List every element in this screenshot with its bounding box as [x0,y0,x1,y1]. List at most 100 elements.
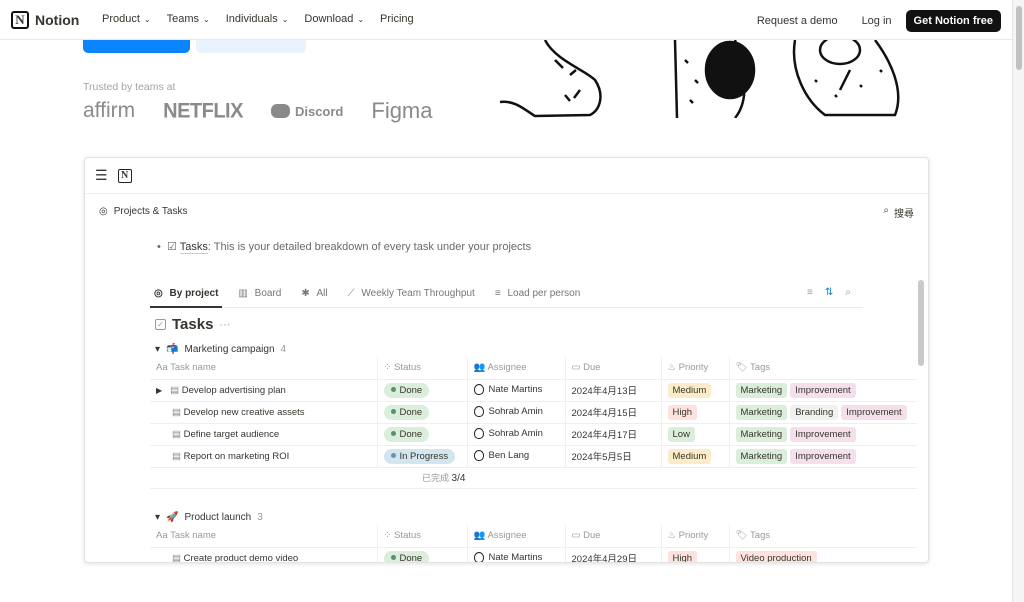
tag-badge[interactable]: Branding [790,404,839,420]
due-date[interactable]: 2024年4月13日 [565,379,662,402]
chevron-down-icon: ⌄ [203,15,210,24]
page-icon: ▤ [172,406,181,418]
figma-logo: Figma [371,98,433,123]
tasks-table: Aa Task name ⁘ Status 👥 Assignee ▭ Due ♨ Pri… [150,525,917,562]
avatar [473,450,484,462]
column-header[interactable]: ♨ Priority [661,357,730,380]
tag-badge[interactable]: Marketing [735,448,788,464]
group-header[interactable]: ▾ 🚀 Product launch 3 [155,512,263,523]
avatar [473,552,484,562]
discord-logo: Discord [270,104,343,119]
expand-icon[interactable]: ▶ [156,386,162,395]
table-row[interactable]: ▤ Create product demo video Done Nate Ma… [150,547,917,562]
menu-icon[interactable]: ☰ [95,167,108,184]
collapse-triangle-icon[interactable]: ▾ [155,512,160,523]
tag-badge[interactable]: Improvement [790,426,856,442]
column-icon: Aa [156,362,168,374]
priority-badge[interactable]: High [667,404,698,420]
table-row[interactable]: ▤ Report on marketing ROI In Progress Be… [150,445,917,468]
tab-all[interactable]: ✱ All [297,287,331,308]
column-header[interactable]: ▭ Due [565,525,662,548]
status-badge[interactable]: Done [383,382,430,398]
notion-logo-icon: N [11,11,29,29]
table-header: Aa Task name ⁘ Status 👥 Assignee ▭ Due ♨ Pri… [150,525,917,548]
sort-icon[interactable]: ⇅ [825,287,833,298]
page-scrollbar[interactable] [1012,0,1024,602]
discord-icon [270,104,290,118]
due-date[interactable]: 2024年4月17日 [565,423,662,446]
due-date[interactable]: 2024年4月15日 [565,401,662,424]
scrollbar-thumb[interactable] [1016,6,1022,70]
due-date[interactable]: 2024年4月29日 [565,547,662,562]
collapse-triangle-icon[interactable]: ▾ [155,344,160,355]
priority-badge[interactable]: Medium [667,382,712,398]
notion-logo[interactable]: N Notion [11,11,79,29]
column-header[interactable]: 👥 Assignee [467,525,566,548]
tag-badge[interactable]: Improvement [841,404,907,420]
nav-download[interactable]: Download ⌄ [304,13,364,25]
request-demo-link[interactable]: Request a demo [757,15,838,27]
filter-icon[interactable]: ≡ [807,287,813,298]
tag-badge[interactable]: Improvement [790,448,856,464]
target-icon: ◎ [99,206,108,217]
column-icon: ⁘ [383,530,392,542]
tasks-table: Aa Task name ⁘ Status 👥 Assignee ▭ Due ♨ Pri… [150,357,917,468]
target-icon: ◎ [154,288,163,299]
netflix-logo: NETFLIX [163,98,243,123]
inner-scrollbar[interactable] [918,280,924,366]
priority-badge[interactable]: Medium [667,448,712,464]
notion-icon[interactable]: N [117,168,132,183]
search-icon: ⌕ [883,205,889,216]
column-icon: 👥 [473,362,486,374]
nav-individuals[interactable]: Individuals ⌄ [226,13,289,25]
status-badge[interactable]: Done [383,550,430,562]
column-icon: 👥 [473,530,486,542]
avatar [473,384,484,396]
login-link[interactable]: Log in [862,15,892,27]
column-icon: ⁘ [383,362,392,374]
asterisk-icon: ✱ [301,288,310,299]
tag-badge[interactable]: Marketing [735,426,788,442]
column-header[interactable]: ⁘ Status [377,357,468,380]
board-icon: ▥ [238,288,248,299]
search-icon[interactable]: ⌕ [845,287,851,298]
column-header[interactable]: 🏷 Tags [729,357,917,380]
status-badge[interactable]: Done [383,426,430,442]
search-button[interactable]: ⌕ 搜尋 [883,205,914,220]
tag-badge[interactable]: Marketing [735,382,788,398]
tab-load-per-person[interactable]: ≡ Load per person [491,287,584,308]
column-header[interactable]: Aa Task name [150,525,378,548]
nav-product[interactable]: Product ⌄ [102,13,151,25]
checkbox-icon: ✓ [155,319,166,330]
tag-badge[interactable]: Marketing [735,404,788,420]
table-row[interactable]: ▶ ▤ Develop advertising plan Done Nate Ma… [150,379,917,402]
column-header[interactable]: ⁘ Status [377,525,468,548]
table-row[interactable]: ▤ Develop new creative assets Done Sohra… [150,401,917,424]
page-icon: ▤ [172,450,181,462]
nav-teams[interactable]: Teams ⌄ [167,13,210,25]
get-notion-free-button[interactable]: Get Notion free [905,10,1001,32]
column-header[interactable]: Aa Task name [150,357,378,380]
column-icon: 🏷 [735,530,748,542]
nav-pricing[interactable]: Pricing [380,13,414,25]
page-icon: ▤ [170,384,180,396]
tag-badge[interactable]: Video production [735,550,817,562]
tab-by-project[interactable]: ◎ By project [150,287,223,308]
tab-board[interactable]: ▥ Board [234,287,285,308]
priority-badge[interactable]: Low [667,426,695,442]
column-header[interactable]: 🏷 Tags [729,525,917,548]
group-header[interactable]: ▾ 📬 Marketing campaign 4 [155,344,286,355]
more-icon[interactable]: ··· [219,319,230,331]
priority-badge[interactable]: High [667,550,698,562]
tab-weekly-team-throughput[interactable]: ⟋ Weekly Team Throughput [344,287,479,308]
tag-badge[interactable]: Improvement [790,382,856,398]
status-badge[interactable]: Done [383,404,430,420]
table-row[interactable]: ▤ Define target audience Done Sohrab Ami… [150,423,917,446]
column-header[interactable]: 👥 Assignee [467,357,566,380]
column-header[interactable]: ▭ Due [565,357,662,380]
tasks-link[interactable]: Tasks [179,241,208,254]
breadcrumb[interactable]: ◎ Projects & Tasks [99,206,187,217]
column-header[interactable]: ♨ Priority [661,525,730,548]
due-date[interactable]: 2024年5月5日 [565,445,662,468]
status-badge[interactable]: In Progress [383,448,456,464]
